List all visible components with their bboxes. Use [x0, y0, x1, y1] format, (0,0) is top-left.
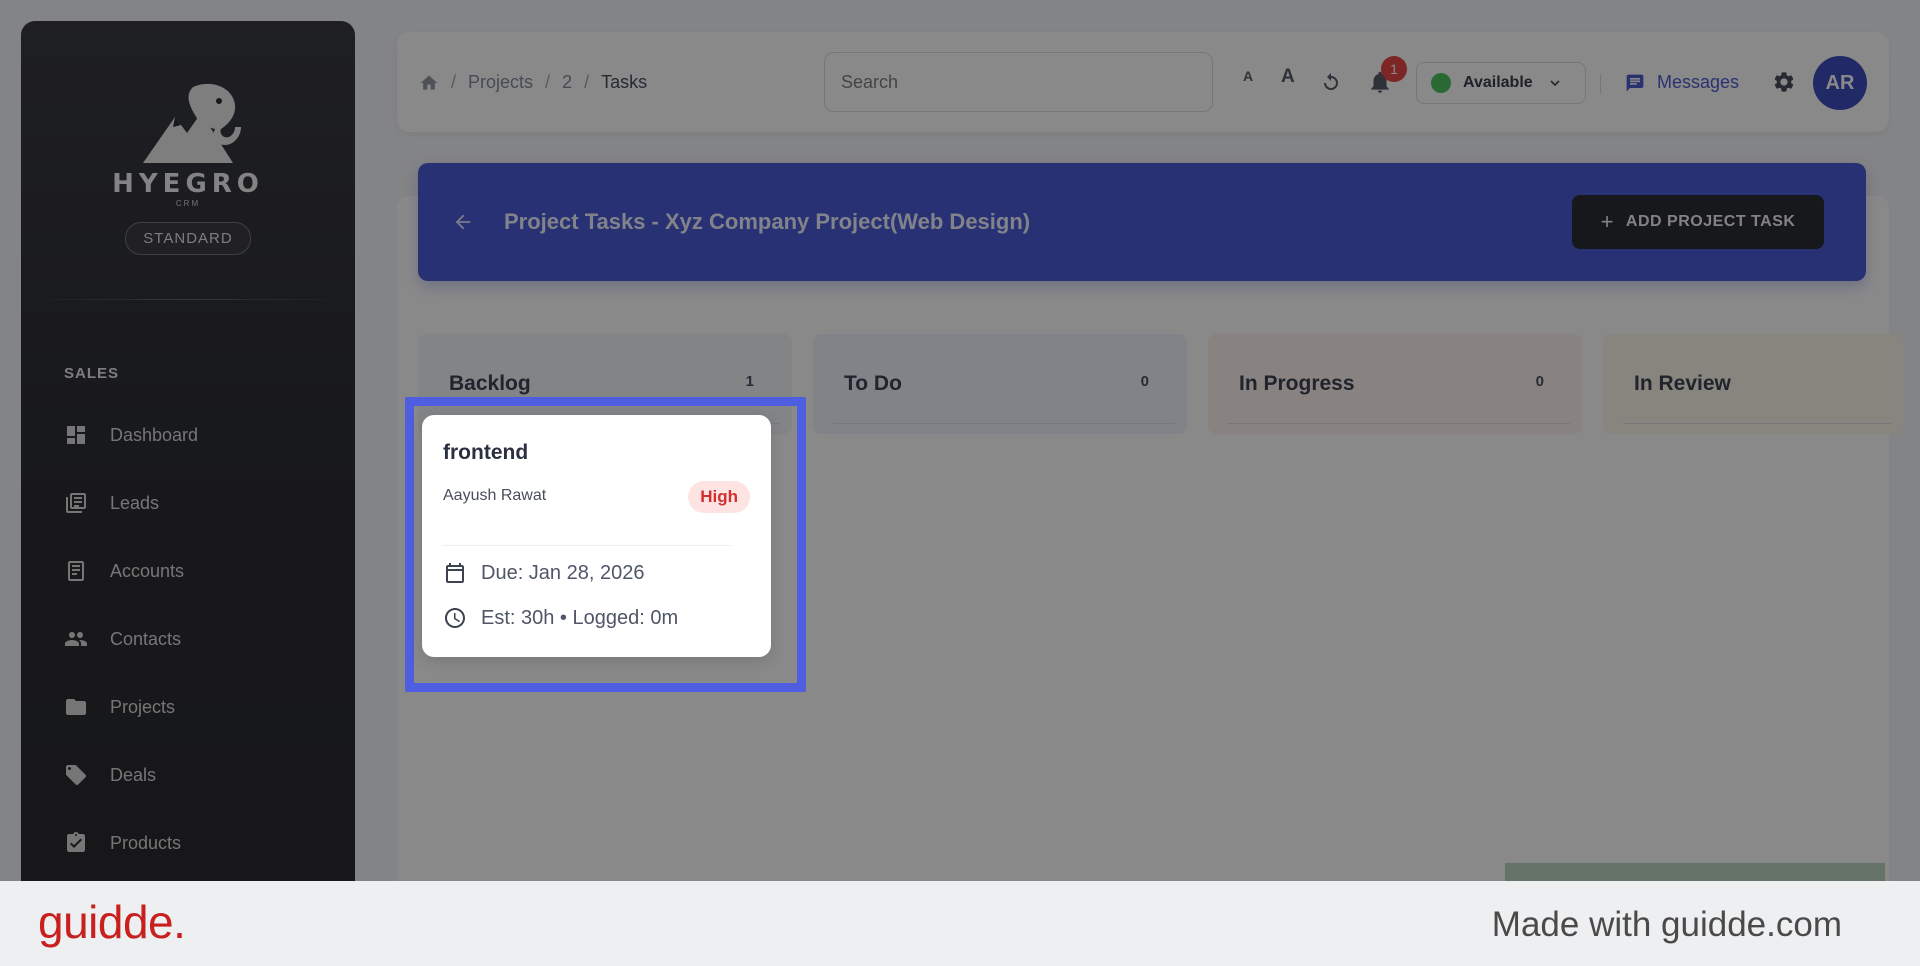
app-window: HYEGRO CRM STANDARD SALES Dashboard Lead…	[0, 0, 1920, 881]
toast-bar	[1505, 863, 1885, 881]
notification-badge: 1	[1381, 56, 1407, 82]
card-divider	[443, 545, 731, 546]
font-decrease-icon[interactable]: A	[1243, 68, 1253, 84]
plan-badge: STANDARD	[125, 222, 251, 255]
elephant-logo-icon	[143, 83, 241, 163]
page-title: Project Tasks - Xyz Company Project(Web …	[504, 209, 1031, 234]
gear-icon[interactable]	[1772, 70, 1796, 94]
divider	[1600, 74, 1601, 94]
task-title: frontend	[443, 441, 529, 464]
sidebar-item-leads[interactable]: Leads	[21, 469, 355, 537]
breadcrumb-project-id[interactable]: 2	[562, 72, 572, 93]
accounts-icon	[68, 561, 84, 581]
column-in-review: In Review	[1603, 334, 1903, 434]
font-increase-icon[interactable]: A	[1281, 66, 1295, 88]
priority-badge: High	[688, 481, 750, 513]
calendar-icon	[446, 563, 464, 583]
sidebar-item-label: Products	[110, 832, 182, 853]
sidebar-nav: Dashboard Leads Accounts Contacts Projec…	[21, 401, 355, 877]
column-count: 0	[1535, 373, 1544, 390]
breadcrumb-current: Tasks	[601, 72, 648, 92]
sidebar-divider	[21, 299, 355, 300]
sidebar-item-label: Projects	[110, 696, 176, 717]
chat-icon	[1626, 74, 1644, 91]
sidebar-item-label: Deals	[110, 764, 157, 785]
plus-icon: +	[1600, 209, 1614, 234]
add-project-task-label: ADD PROJECT TASK	[1625, 213, 1796, 230]
task-estimate: Est: 30h • Logged: 0m	[443, 606, 678, 630]
topbar: / Projects / 2 / Tasks A A 1 Available M…	[397, 32, 1889, 132]
tag-icon	[66, 765, 86, 785]
home-icon[interactable]	[419, 73, 439, 93]
chevron-down-icon	[1550, 80, 1560, 87]
breadcrumb-separator: /	[584, 72, 590, 92]
folder-icon	[66, 699, 86, 715]
breadcrumb-separator: /	[451, 72, 457, 92]
add-project-task-button[interactable]: + ADD PROJECT TASK	[1572, 195, 1824, 249]
breadcrumb-projects[interactable]: Projects	[468, 72, 533, 93]
search-input[interactable]	[824, 52, 1213, 112]
sidebar-item-accounts[interactable]: Accounts	[21, 537, 355, 605]
column-title: Backlog	[449, 372, 531, 395]
clock-icon	[445, 608, 465, 628]
status-dot	[1431, 73, 1451, 93]
sidebar-item-deals[interactable]: Deals	[21, 741, 355, 809]
sidebar-item-projects[interactable]: Projects	[21, 673, 355, 741]
brand-logo[interactable]: HYEGRO CRM STANDARD	[21, 77, 355, 255]
contacts-icon	[65, 632, 87, 646]
guidde-footer: guidde. Made with guidde.com	[0, 881, 1920, 966]
column-todo: To Do 0	[813, 334, 1187, 434]
column-title: To Do	[844, 372, 902, 395]
breadcrumb: / Projects / 2 / Tasks	[419, 72, 647, 93]
column-title: In Progress	[1239, 372, 1355, 395]
sidebar-item-dashboard[interactable]: Dashboard	[21, 401, 355, 469]
status-label: Available	[1463, 74, 1533, 91]
column-count: 0	[1140, 373, 1149, 390]
dashboard-icon	[67, 426, 85, 444]
sidebar: HYEGRO CRM STANDARD SALES Dashboard Lead…	[21, 21, 355, 881]
estimate-text: Est: 30h • Logged: 0m	[481, 606, 679, 629]
task-card[interactable]: frontend Aayush Rawat High Due: Jan 28, …	[422, 415, 771, 657]
page-header: Project Tasks - Xyz Company Project(Web …	[418, 163, 1866, 281]
highlight-frame: frontend Aayush Rawat High Due: Jan 28, …	[405, 397, 806, 692]
back-arrow-icon[interactable]	[452, 211, 474, 233]
breadcrumb-separator: /	[545, 72, 551, 92]
sidebar-item-label: Contacts	[110, 628, 182, 649]
sidebar-item-products[interactable]: Products	[21, 809, 355, 877]
messages-link[interactable]: Messages	[1625, 72, 1739, 93]
sidebar-item-label: Accounts	[110, 560, 185, 581]
clipboard-icon	[67, 832, 85, 852]
column-title: In Review	[1634, 372, 1731, 395]
messages-label: Messages	[1657, 72, 1740, 92]
leads-icon	[66, 493, 86, 513]
refresh-icon[interactable]	[1319, 70, 1343, 94]
column-count: 1	[745, 373, 754, 390]
made-with-text[interactable]: Made with guidde.com	[1492, 905, 1842, 945]
column-in-progress: In Progress 0	[1208, 334, 1582, 434]
availability-dropdown[interactable]: Available	[1416, 62, 1586, 104]
sidebar-item-label: Dashboard	[110, 424, 199, 445]
avatar[interactable]: AR	[1813, 56, 1867, 110]
sidebar-item-contacts[interactable]: Contacts	[21, 605, 355, 673]
due-date: Due: Jan 28, 2026	[481, 561, 645, 584]
brand-sub: CRM	[175, 199, 201, 208]
task-assignee: Aayush Rawat	[443, 487, 547, 504]
sidebar-section-label: SALES	[64, 365, 120, 382]
sidebar-item-label: Leads	[110, 492, 160, 513]
brand-name: HYEGRO	[112, 169, 264, 199]
guidde-logo[interactable]: guidde.	[38, 895, 186, 949]
task-due: Due: Jan 28, 2026	[443, 561, 644, 585]
